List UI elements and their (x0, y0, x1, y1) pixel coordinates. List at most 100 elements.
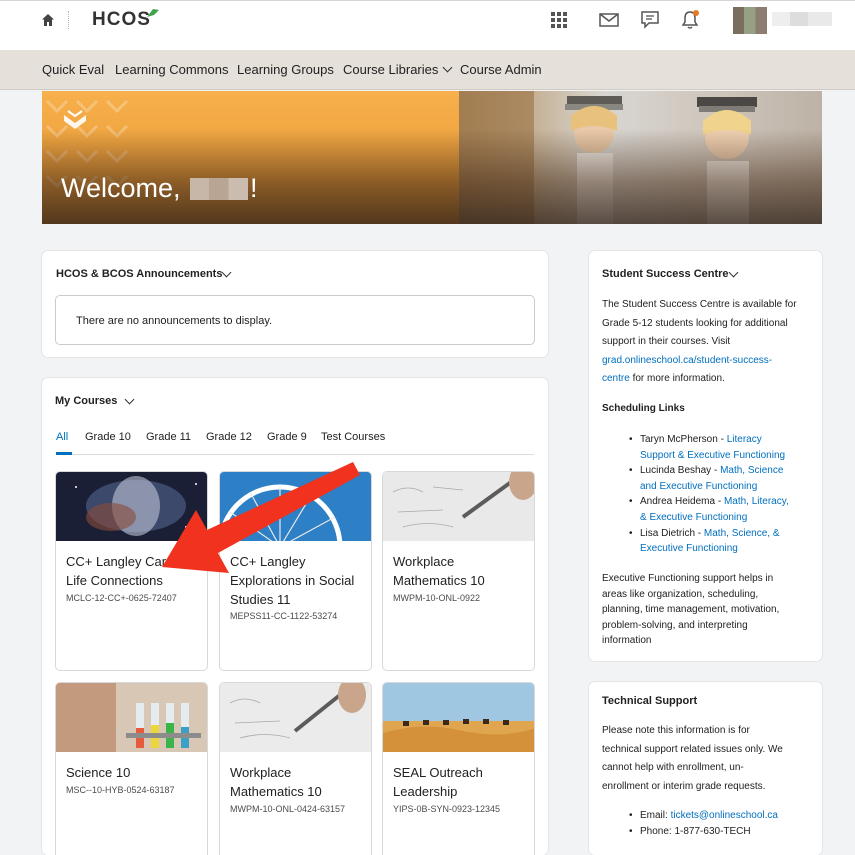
tab-test-courses[interactable]: Test Courses (321, 431, 385, 443)
student-success-widget: Student Success Centre The Student Succe… (589, 251, 822, 661)
text-line: Executive Functioning support helps in (602, 573, 774, 584)
phone-text: Phone: 1-877-630-TECH (640, 825, 751, 837)
contact-list: Email: tickets@onlineschool.ca Phone: 1-… (629, 808, 778, 840)
list-item: Email: tickets@onlineschool.ca (629, 808, 778, 824)
nav-item-label: Course Libraries (343, 62, 439, 77)
announcements-box: There are no announcements to display. (55, 295, 535, 345)
course-tile[interactable]: CC+ Langley Explorations in Social Studi… (219, 471, 372, 671)
schedule-link[interactable]: Math, Science, & (704, 528, 780, 539)
welcome-text: Welcome, (61, 173, 189, 203)
course-title: Workplace Mathematics 10 (393, 554, 485, 588)
tab-grade-10[interactable]: Grade 10 (85, 431, 131, 443)
schedule-link[interactable]: and Executive Functioning (640, 481, 757, 492)
active-tab-indicator (56, 452, 72, 455)
chat-icon[interactable] (639, 9, 661, 31)
text-line: planning, time management, motivation, (602, 604, 780, 616)
leaf-icon (147, 9, 159, 17)
schedule-link[interactable]: Support & Executive Functioning (640, 450, 785, 461)
tab-grade-9[interactable]: Grade 9 (267, 431, 307, 443)
text-line: support in their courses. Visit (602, 336, 731, 348)
bell-icon[interactable] (679, 9, 701, 31)
course-title: Science 10 (66, 765, 131, 780)
empty-message: There are no announcements to display. (76, 315, 273, 327)
course-tabs: All Grade 10 Grade 11 Grade 12 Grade 9 T… (56, 431, 534, 455)
logo[interactable]: HCOS (92, 9, 151, 31)
lab-tubes-image (56, 683, 207, 752)
course-code: MWPM-10-ONL-0424-63157 (230, 804, 346, 814)
text-line: Please note this information is for (602, 725, 750, 736)
list-item: Lucinda Beshay - Math, Science and Execut… (629, 463, 810, 494)
welcome-heading: Welcome, ! (61, 173, 258, 204)
tech-support-widget: Technical Support Please note this infor… (589, 682, 822, 855)
schedule-link[interactable]: Math, Science (720, 465, 783, 476)
email-label: Email: (640, 810, 671, 821)
schedule-link[interactable]: Executive Functioning (640, 543, 738, 554)
nav-bar: Quick Eval Learning Commons Learning Gro… (0, 50, 855, 90)
avatar[interactable] (733, 7, 767, 34)
course-tile[interactable]: Workplace Mathematics 10 MWPM-10-ONL-092… (382, 471, 535, 671)
schedule-link[interactable]: & Executive Functioning (640, 512, 747, 523)
person-name: Andrea Heidema - (640, 496, 724, 508)
tab-grade-12[interactable]: Grade 12 (206, 431, 252, 443)
text-line: areas like organization, scheduling, (602, 588, 759, 600)
course-title: CC+ Langley Explorations in Social Studi… (230, 554, 355, 607)
course-code: MCLC-12-CC+-0625-72407 (66, 593, 177, 603)
galaxy-image (56, 472, 207, 541)
notification-dot (693, 10, 699, 16)
list-item: Lisa Dietrich - Math, Science, & Executiv… (629, 526, 810, 557)
text-line: information (602, 635, 652, 647)
list-item: Phone: 1-877-630-TECH (629, 824, 778, 840)
hcos-logo-icon (64, 110, 86, 129)
course-tile[interactable]: SEAL Outreach Leadership YIPS-0B-SYN-092… (382, 682, 535, 855)
nav-item-quick-eval[interactable]: Quick Eval (42, 62, 104, 77)
text-line: cannot help with enrollment, un- (602, 762, 744, 773)
grid-icon[interactable] (548, 9, 570, 31)
course-tile[interactable]: Workplace Mathematics 10 MWPM-10-ONL-042… (219, 682, 372, 855)
tech-text: Please note this information is for tech… (602, 722, 783, 796)
tab-all[interactable]: All (56, 431, 68, 443)
intro-text: The Student Success Centre is available … (602, 297, 797, 387)
course-code: MSC--10-HYB-0524-63187 (66, 785, 175, 795)
scheduling-heading: Scheduling Links (602, 403, 685, 414)
mail-icon[interactable] (598, 9, 620, 31)
person-name: Lucinda Beshay - (640, 465, 721, 477)
nav-item-course-admin[interactable]: Course Admin (460, 62, 542, 77)
desert-camels-image (383, 683, 534, 752)
welcome-banner: Welcome, ! (42, 91, 822, 224)
text-line: for more information. (629, 373, 725, 385)
course-tile[interactable]: Science 10 MSC--10-HYB-0524-63187 (55, 682, 208, 855)
course-title: SEAL Outreach Leadership (393, 765, 483, 799)
announcements-widget: HCOS & BCOS Announcements There are no a… (42, 251, 548, 357)
top-bar: HCOS (0, 0, 855, 50)
user-name-blurred (190, 178, 249, 200)
user-name-blurred[interactable] (772, 12, 832, 26)
text-line: enrollment or interim grade requests. (602, 780, 766, 792)
person-name: Taryn McPherson - (640, 434, 727, 445)
course-tile[interactable]: CC+ Langley Career Life Connections MCLC… (55, 471, 208, 671)
chevron-down-icon (442, 62, 453, 73)
course-title: Workplace Mathematics 10 (230, 765, 322, 799)
nav-item-course-libraries[interactable]: Course Libraries (343, 62, 453, 77)
math-worksheet-image (383, 472, 534, 541)
widget-title: My Courses (55, 395, 118, 407)
course-code: MWPM-10-ONL-0922 (393, 593, 481, 603)
course-code: YIPS-0B-SYN-0923-12345 (393, 804, 501, 814)
text-line: problem-solving, and interpreting (602, 619, 748, 631)
tab-grade-11[interactable]: Grade 11 (146, 431, 191, 443)
ssc-link[interactable]: grad.onlineschool.ca/student-success- (602, 355, 772, 366)
chevron-down-icon[interactable] (221, 267, 232, 278)
schedule-link[interactable]: Math, Literacy, (724, 496, 789, 507)
person-name: Lisa Dietrich - (640, 527, 704, 539)
email-link[interactable]: tickets@onlineschool.ca (671, 810, 778, 821)
course-title: CC+ Langley Career Life Connections (66, 554, 185, 588)
home-icon[interactable] (40, 12, 56, 28)
ssc-link[interactable]: centre (602, 373, 630, 384)
nav-item-learning-groups[interactable]: Learning Groups (237, 62, 334, 77)
course-code: MEPSS11-CC-1122-53274 (230, 611, 338, 621)
text-line: technical support related issues only. W… (602, 743, 783, 755)
nav-item-learning-commons[interactable]: Learning Commons (115, 62, 228, 77)
chevron-down-icon[interactable] (124, 394, 135, 405)
chevron-down-icon[interactable] (728, 267, 739, 278)
widget-title: Technical Support (602, 695, 698, 707)
schedule-link[interactable]: Literacy (727, 434, 762, 445)
